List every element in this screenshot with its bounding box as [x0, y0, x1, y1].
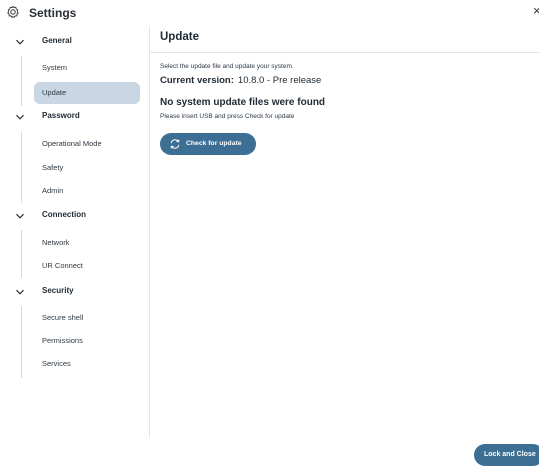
sidebar-item-permissions[interactable]: Permissions: [34, 330, 140, 352]
chevron-down-icon: [16, 213, 24, 219]
sidebar-group-label: Password: [42, 111, 80, 120]
sidebar-item-label: Safety: [42, 163, 64, 172]
sidebar-item-label: UR Connect: [42, 261, 83, 270]
sidebar-group-connection[interactable]: Connection: [0, 204, 150, 228]
sidebar-group-security[interactable]: Security: [0, 280, 150, 304]
sidebar-item-ur-connect[interactable]: UR Connect: [34, 255, 140, 277]
sidebar-group-password[interactable]: Password: [0, 105, 150, 129]
chevron-down-icon: [16, 289, 24, 295]
sidebar-rail: [21, 306, 22, 378]
check-for-update-label: Check for update: [186, 139, 242, 147]
sidebar-item-network[interactable]: Network: [34, 232, 140, 254]
sidebar-rail: [21, 56, 22, 106]
refresh-icon: [170, 139, 180, 149]
current-version-value: 10.8.0 - Pre release: [237, 75, 322, 86]
sidebar-item-system[interactable]: System: [34, 57, 140, 79]
sidebar-item-label: Permissions: [42, 336, 83, 345]
lock-and-close-label: Lock and Close: [484, 450, 536, 458]
update-instruction: Select the update file and update your s…: [160, 63, 294, 70]
sidebar-item-update[interactable]: Update: [34, 82, 140, 104]
current-version-row: Current version: 10.8.0 - Pre release: [160, 75, 321, 86]
sidebar-item-label: Operational Mode: [42, 139, 102, 148]
page-title: Update: [160, 31, 199, 43]
sidebar-item-admin[interactable]: Admin: [34, 180, 140, 202]
sidebar-item-safety[interactable]: Safety: [34, 157, 140, 179]
title-bar: Settings ×: [0, 0, 539, 26]
usb-hint: Please insert USB and press Check for up…: [160, 113, 295, 120]
sidebar-group-label: General: [42, 36, 72, 45]
sidebar-item-label: Admin: [42, 186, 64, 195]
sidebar-item-operational-mode[interactable]: Operational Mode: [34, 133, 140, 155]
sidebar-item-label: Secure shell: [42, 313, 84, 322]
sidebar-rail: [21, 131, 22, 203]
close-button[interactable]: ×: [533, 3, 539, 19]
sidebar-item-services[interactable]: Services: [34, 353, 140, 375]
sidebar-rail: [21, 230, 22, 278]
lock-and-close-button[interactable]: Lock and Close: [474, 444, 539, 466]
sidebar-group-general[interactable]: General: [0, 30, 150, 54]
no-files-heading: No system update files were found: [160, 97, 326, 108]
check-for-update-button[interactable]: Check for update: [160, 133, 256, 155]
sidebar-item-label: Update: [42, 88, 67, 97]
window-title: Settings: [29, 6, 77, 20]
sidebar-item-label: Network: [42, 238, 70, 247]
title-divider: [150, 52, 539, 53]
sidebar: General System Update Password Operation…: [0, 26, 150, 438]
main-panel: Update Select the update file and update…: [150, 26, 539, 468]
chevron-down-icon: [16, 39, 24, 45]
sidebar-item-secure-shell[interactable]: Secure shell: [34, 307, 140, 329]
gear-icon: [7, 5, 19, 18]
sidebar-item-label: Services: [42, 359, 71, 368]
sidebar-group-label: Connection: [42, 210, 86, 219]
sidebar-group-label: Security: [42, 286, 74, 295]
current-version-label: Current version:: [160, 75, 234, 86]
sidebar-item-label: System: [42, 63, 68, 72]
chevron-down-icon: [16, 114, 24, 120]
